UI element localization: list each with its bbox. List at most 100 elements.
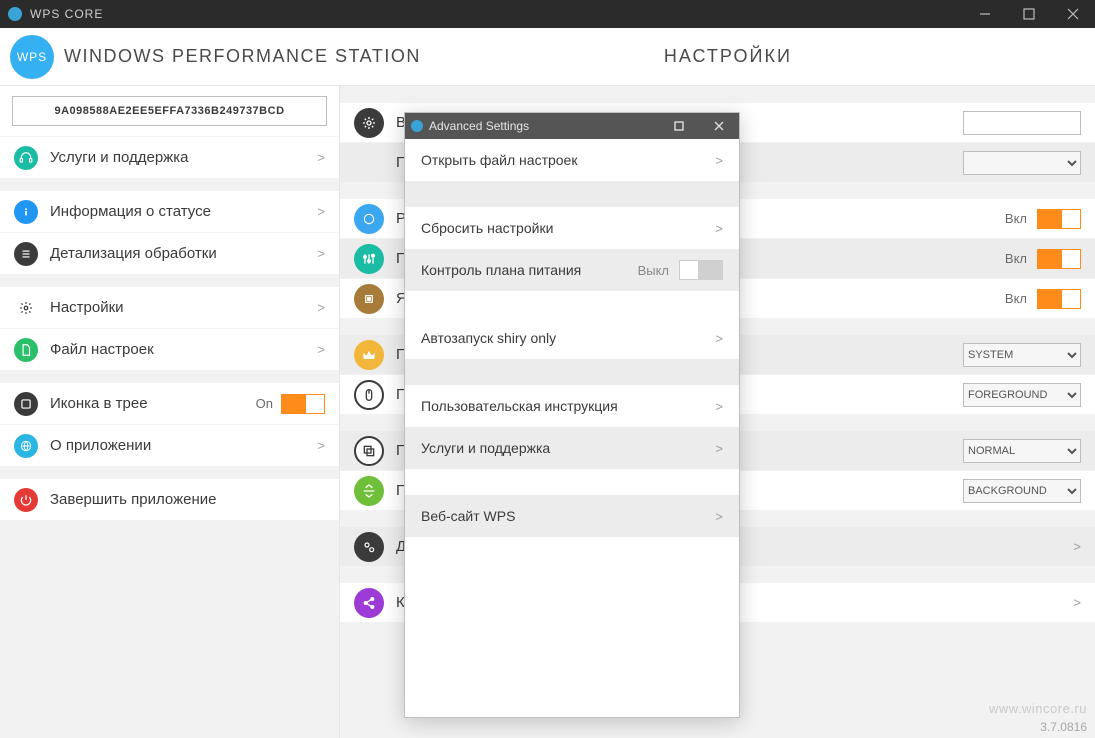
sidebar-item-label: Завершить приложение [50, 491, 325, 508]
modal-row-support[interactable]: Услуги и поддержка > [405, 427, 739, 469]
sidebar-item-status[interactable]: Информация о статусе > [0, 190, 339, 232]
layers-icon [354, 436, 384, 466]
sidebar-item-label: Иконка в трее [50, 395, 256, 412]
sidebar-item-label: Детализация обработки [50, 245, 317, 262]
modal-row-manual[interactable]: Пользовательская инструкция > [405, 385, 739, 427]
sidebar-item-settings[interactable]: Настройки > [0, 286, 339, 328]
app-title: WPS CORE [30, 7, 103, 21]
chevron-right-icon: > [715, 441, 723, 456]
sidebar-item-config-file[interactable]: Файл настроек > [0, 328, 339, 370]
modal-row-label: Сбросить настройки [421, 220, 715, 236]
sidebar-item-quit[interactable]: Завершить приложение [0, 478, 339, 520]
toggle-state-text: Выкл [638, 263, 669, 278]
chevron-right-icon: > [715, 509, 723, 524]
tray-icon [14, 392, 38, 416]
footer-version: 3.7.0816 [1040, 720, 1087, 734]
modal-row-label: Веб-сайт WPS [421, 508, 715, 524]
modal-row-label: Пользовательская инструкция [421, 398, 715, 414]
modal-maximize-button[interactable] [659, 113, 699, 139]
app-name: WINDOWS PERFORMANCE STATION [64, 46, 421, 67]
sidebar-item-detail[interactable]: Детализация обработки > [0, 232, 339, 274]
list-icon [14, 242, 38, 266]
chevron-right-icon: > [317, 204, 325, 219]
sidebar-item-label: Информация о статусе [50, 203, 317, 220]
window-minimize-button[interactable] [963, 0, 1007, 28]
modal-row-label: Контроль плана питания [421, 262, 638, 278]
modal-row-open-config[interactable]: Открыть файл настроек > [405, 139, 739, 181]
app-logo-dot [8, 7, 22, 21]
modal-logo-dot [411, 120, 423, 132]
setting-toggle[interactable] [1037, 289, 1081, 309]
sidebar-item-tray-icon[interactable]: Иконка в трее On [0, 382, 339, 424]
toggle-state-text: Вкл [1005, 251, 1027, 266]
chevron-right-icon: > [317, 300, 325, 315]
modal-body: Открыть файл настроек > Сбросить настрой… [405, 139, 739, 717]
chevron-right-icon: > [317, 150, 325, 165]
brain-icon [354, 204, 384, 234]
sidebar-item-label: Файл настроек [50, 341, 317, 358]
share-icon [354, 588, 384, 618]
sidebar-item-label: Настройки [50, 299, 317, 316]
toggle-state-text: Вкл [1005, 211, 1027, 226]
modal-row-label: Открыть файл настроек [421, 152, 715, 168]
chevron-right-icon: > [1073, 595, 1081, 610]
advanced-settings-modal: Advanced Settings Открыть файл настроек … [404, 112, 740, 718]
app-header: WPS WINDOWS PERFORMANCE STATION НАСТРОЙК… [0, 28, 1095, 86]
chevron-right-icon: > [715, 399, 723, 414]
sidebar: 9A098588AE2EE5EFFA7336B249737BCD Услуги … [0, 86, 340, 738]
modal-titlebar[interactable]: Advanced Settings [405, 113, 739, 139]
modal-row-label: Автозапуск shiry only [421, 330, 715, 346]
app-logo-text: WPS [17, 50, 47, 64]
window-close-button[interactable] [1051, 0, 1095, 28]
modal-row-label: Услуги и поддержка [421, 440, 715, 456]
gear-icon [354, 108, 384, 138]
setting-toggle[interactable] [1037, 209, 1081, 229]
info-icon [14, 200, 38, 224]
sidebar-item-label: О приложении [50, 437, 317, 454]
main-panel: В П Реж Вкл При Вкл Ядр Вкл [340, 86, 1095, 738]
mouse-icon [354, 380, 384, 410]
chevron-right-icon: > [317, 342, 325, 357]
modal-close-button[interactable] [699, 113, 739, 139]
power-plan-toggle[interactable] [679, 260, 723, 280]
sidebar-item-label: Услуги и поддержка [50, 149, 317, 166]
serial-number[interactable]: 9A098588AE2EE5EFFA7336B249737BCD [12, 96, 327, 126]
setting-select-system[interactable]: SYSTEM [963, 343, 1081, 367]
chevron-right-icon: > [715, 331, 723, 346]
setting-select-background[interactable]: BACKGROUND [963, 479, 1081, 503]
more-gears-icon [354, 532, 384, 562]
cpu-icon [354, 284, 384, 314]
gear-icon [14, 296, 38, 320]
file-icon [14, 338, 38, 362]
recycle-icon [354, 476, 384, 506]
power-icon [14, 488, 38, 512]
modal-title: Advanced Settings [429, 119, 529, 133]
setting-select[interactable] [963, 151, 1081, 175]
setting-toggle[interactable] [1037, 249, 1081, 269]
modal-row-power-plan[interactable]: Контроль плана питания Выкл [405, 249, 739, 291]
crown-icon [354, 340, 384, 370]
chevron-right-icon: > [715, 221, 723, 236]
modal-row-autorun[interactable]: Автозапуск shiry only > [405, 317, 739, 359]
chevron-right-icon: > [715, 153, 723, 168]
setting-select-foreground[interactable]: FOREGROUND [963, 383, 1081, 407]
app-titlebar: WPS CORE [0, 0, 1095, 28]
globe-icon [14, 434, 38, 458]
setting-select-normal[interactable]: NORMAL [963, 439, 1081, 463]
headset-icon [14, 146, 38, 170]
sidebar-item-support[interactable]: Услуги и поддержка > [0, 136, 339, 178]
chevron-right-icon: > [317, 246, 325, 261]
modal-row-website[interactable]: Веб-сайт WPS > [405, 495, 739, 537]
tray-icon-toggle[interactable] [281, 394, 325, 414]
setting-text-input[interactable] [963, 111, 1081, 135]
serial-wrap: 9A098588AE2EE5EFFA7336B249737BCD [0, 86, 339, 136]
window-maximize-button[interactable] [1007, 0, 1051, 28]
toggle-state-text: On [256, 396, 273, 411]
sliders-icon [354, 244, 384, 274]
toggle-state-text: Вкл [1005, 291, 1027, 306]
modal-row-reset[interactable]: Сбросить настройки > [405, 207, 739, 249]
sidebar-item-about[interactable]: О приложении > [0, 424, 339, 466]
app-logo: WPS [10, 35, 54, 79]
chevron-right-icon: > [1073, 539, 1081, 554]
footer-url: www.wincore.ru [989, 701, 1087, 716]
